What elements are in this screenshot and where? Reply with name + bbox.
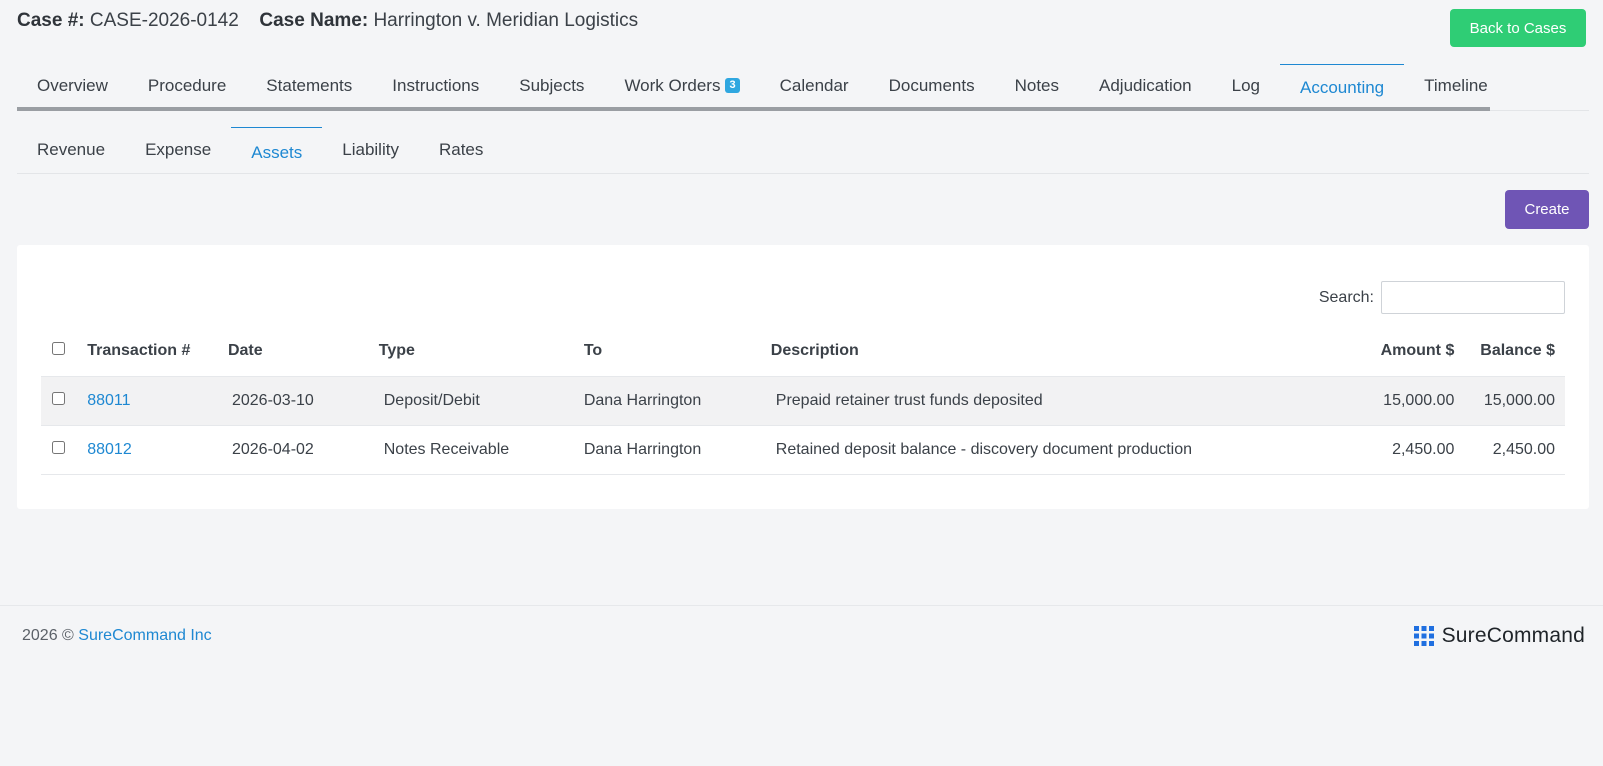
brand-logo: SureCommand [1413, 624, 1585, 648]
footer: 2026 © SureCommand Inc SureCommand [0, 605, 1603, 766]
tab-procedure[interactable]: Procedure [128, 64, 246, 107]
back-to-cases-button[interactable]: Back to Cases [1450, 9, 1586, 47]
select-all-checkbox[interactable] [52, 342, 65, 356]
cell-amount: 15,000.00 [1313, 375, 1455, 425]
table-row: 88011 2026-03-10 Deposit/Debit Dana Harr… [41, 375, 1565, 425]
column-header-to[interactable]: To [584, 327, 771, 376]
case-header: Case #: CASE-2026-0142 Case Name: Harrin… [17, 9, 1586, 49]
tab-notes[interactable]: Notes [995, 64, 1079, 107]
cell-description: Retained deposit balance - discovery doc… [770, 424, 1314, 475]
assets-table-card: Search: Transaction # Date Type To Descr… [17, 245, 1589, 509]
column-header-date[interactable]: Date [228, 327, 379, 376]
search-box: Search: [1319, 281, 1565, 314]
tab-log[interactable]: Log [1212, 64, 1280, 107]
cell-description: Prepaid retainer trust funds deposited [770, 375, 1314, 425]
tabs-scroll-track[interactable] [17, 107, 1490, 111]
accounting-subtabs: Revenue Expense Assets Liability Rates [17, 127, 1589, 174]
case-number-label: Case #: [17, 10, 85, 31]
cell-date: 2026-04-02 [227, 424, 379, 475]
copyright-text: 2026 © [22, 627, 74, 644]
subtab-revenue[interactable]: Revenue [17, 127, 125, 173]
tab-documents[interactable]: Documents [869, 64, 995, 107]
tab-work-orders[interactable]: Work Orders 3 [604, 64, 759, 107]
search-label: Search: [1318, 288, 1374, 306]
create-button[interactable]: Create [1505, 190, 1589, 229]
column-header-amount[interactable]: Amount $ [1314, 327, 1455, 376]
tab-accounting[interactable]: Accounting [1280, 64, 1405, 107]
grid-logo-icon [1413, 626, 1434, 646]
subtab-assets[interactable]: Assets [231, 127, 323, 173]
tab-timeline[interactable]: Timeline [1404, 64, 1508, 107]
assets-table: Transaction # Date Type To Description A… [41, 327, 1565, 475]
column-header-type[interactable]: Type [379, 327, 584, 376]
cell-balance: 2,450.00 [1454, 424, 1565, 475]
row-checkbox[interactable] [52, 440, 65, 454]
cell-amount: 2,450.00 [1313, 424, 1455, 475]
subtab-liability[interactable]: Liability [322, 127, 419, 173]
brand-name: SureCommand [1441, 624, 1585, 647]
case-title: Case #: CASE-2026-0142 Case Name: Harrin… [17, 9, 1586, 32]
tab-overview[interactable]: Overview [17, 64, 128, 107]
column-header-transaction[interactable]: Transaction # [87, 327, 228, 376]
case-name: Harrington v. Meridian Logistics [373, 10, 639, 31]
tab-calendar[interactable]: Calendar [760, 64, 869, 107]
column-header-description[interactable]: Description [771, 327, 1314, 376]
work-orders-count-badge: 3 [725, 78, 740, 93]
search-input[interactable] [1381, 281, 1565, 314]
main-tabs: Overview Procedure Statements Instructio… [17, 64, 1589, 111]
subtab-expense[interactable]: Expense [125, 127, 231, 173]
table-header-row: Transaction # Date Type To Description A… [41, 327, 1565, 376]
tab-statements[interactable]: Statements [246, 64, 372, 107]
case-name-label: Case Name: [259, 10, 369, 31]
cell-to: Dana Harrington [583, 424, 771, 475]
tab-adjudication[interactable]: Adjudication [1079, 64, 1212, 107]
table-row: 88012 2026-04-02 Notes Receivable Dana H… [41, 424, 1565, 475]
cell-date: 2026-03-10 [227, 375, 379, 425]
row-checkbox[interactable] [52, 391, 65, 405]
cell-type: Deposit/Debit [378, 375, 584, 425]
tabs-divider [1490, 110, 1589, 111]
cell-to: Dana Harrington [583, 375, 771, 425]
case-number: CASE-2026-0142 [89, 10, 239, 31]
transaction-link[interactable]: 88011 [87, 392, 130, 409]
cell-balance: 15,000.00 [1454, 375, 1565, 425]
cell-type: Notes Receivable [378, 424, 584, 475]
transaction-link[interactable]: 88012 [87, 441, 132, 458]
column-header-balance[interactable]: Balance $ [1454, 327, 1565, 376]
subtab-rates[interactable]: Rates [419, 127, 503, 173]
copyright: 2026 © SureCommand Inc [22, 627, 212, 645]
company-link[interactable]: SureCommand Inc [78, 627, 211, 644]
tab-instructions[interactable]: Instructions [372, 64, 499, 107]
tab-subjects[interactable]: Subjects [499, 64, 604, 107]
